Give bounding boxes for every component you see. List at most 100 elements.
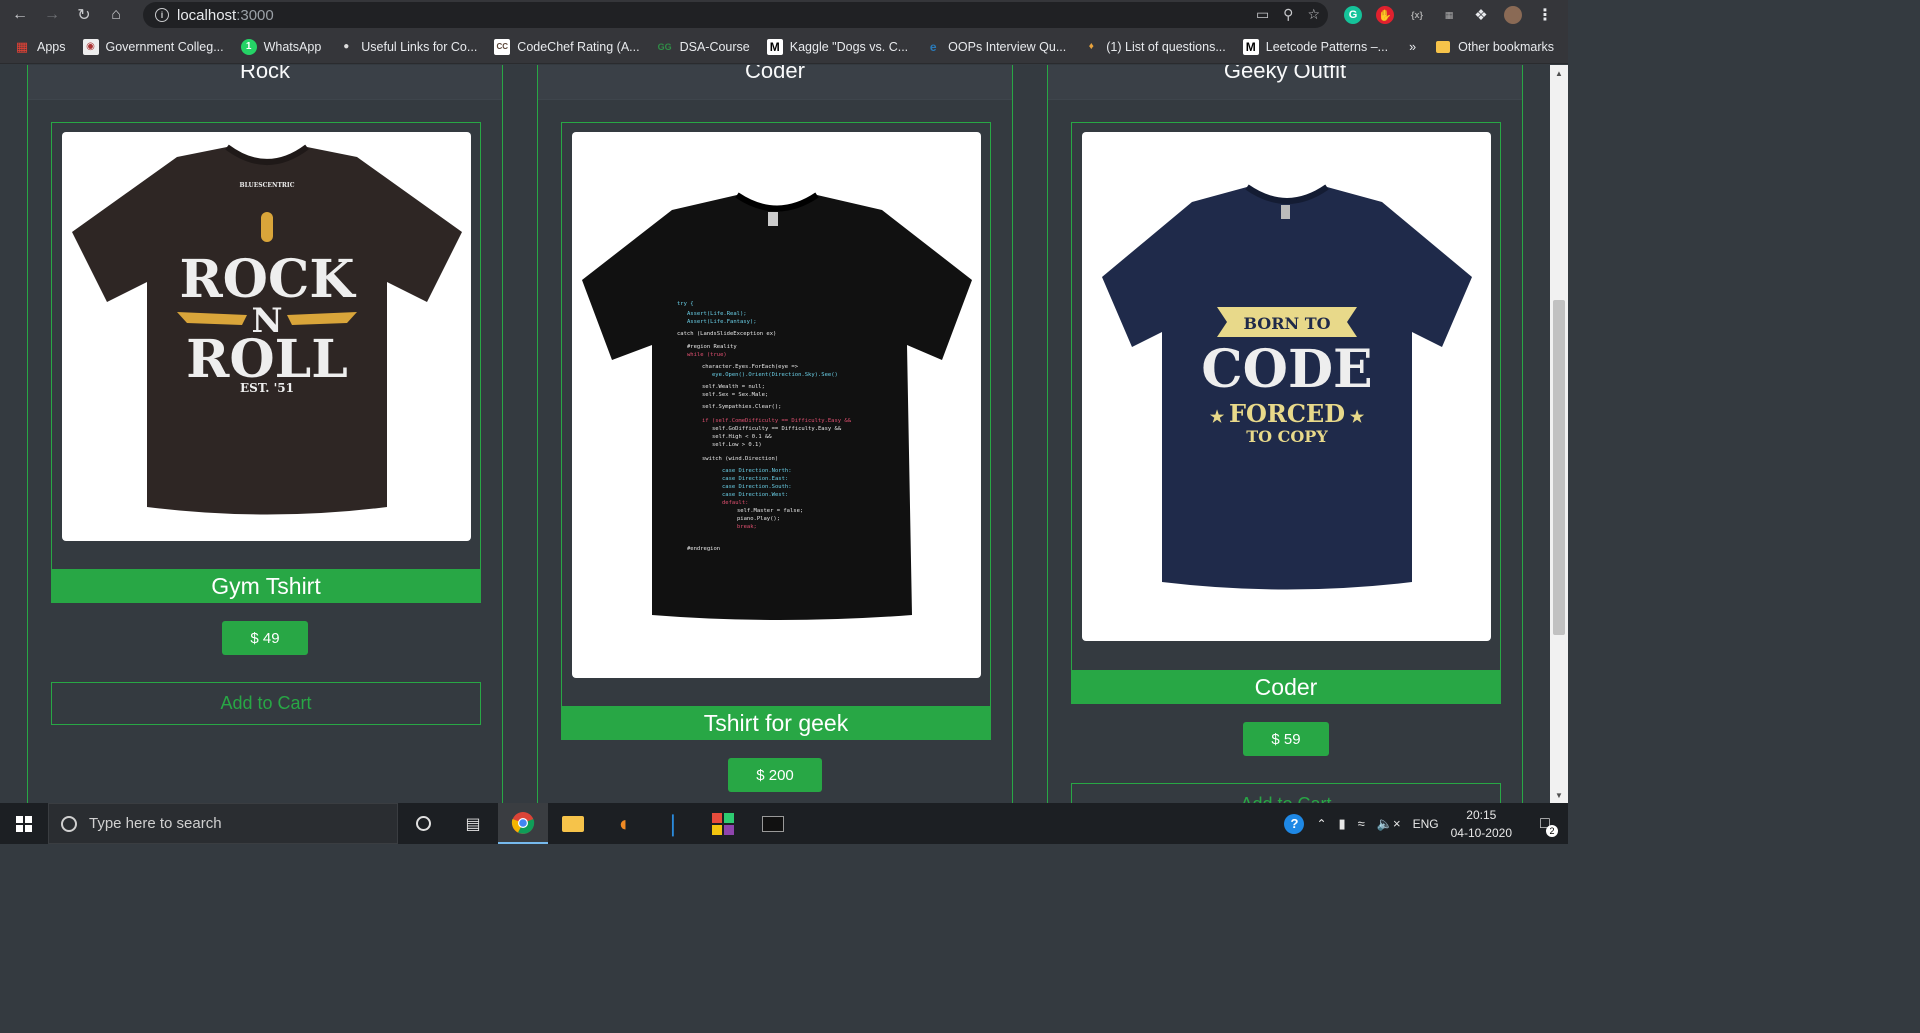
app-icon[interactable] <box>698 803 748 844</box>
svg-text:self.Low > 0.1): self.Low > 0.1) <box>712 442 762 448</box>
svg-text:CODE: CODE <box>1201 339 1372 400</box>
svg-text:BORN TO: BORN TO <box>1243 314 1330 333</box>
category-column-coder: Coder try { Assert(Life.Real); Assert(Li… <box>537 65 1013 803</box>
svg-text:★: ★ <box>1349 407 1364 426</box>
product-card[interactable]: try { Assert(Life.Real); Assert(Life.Fan… <box>561 122 991 706</box>
svg-text:break;: break; <box>737 524 757 530</box>
puzzle-icon[interactable]: ❖ <box>1472 6 1490 24</box>
cortana-icon[interactable] <box>398 803 448 844</box>
svg-text:try {: try { <box>677 301 694 307</box>
eclipse-icon[interactable]: ◖ <box>598 803 648 844</box>
category-title: Geeky Outfit <box>1223 65 1347 83</box>
cast-icon[interactable]: ▭ <box>1256 6 1269 23</box>
help-icon[interactable]: ? <box>1284 813 1305 834</box>
taskbar-search[interactable]: Type here to search <box>48 803 398 844</box>
bookmark-apps[interactable]: ▦ Apps <box>14 39 66 55</box>
star-icon[interactable]: ☆ <box>1307 6 1320 23</box>
bookmark-government-college[interactable]: ◉ Government Colleg... <box>82 38 224 55</box>
product-image[interactable]: BLUESCENTRIC ROCK N ROLL EST. '51 <box>62 132 471 541</box>
bulb-icon: ● <box>343 41 350 52</box>
address-bar[interactable]: i localhost:3000 ▭ ⚲ ☆ <box>143 2 1328 28</box>
file-explorer-icon[interactable] <box>548 803 598 844</box>
scroll-up-icon[interactable]: ▲ <box>1550 65 1568 81</box>
system-tray: ? ⌃ ▮ ≈ 🔈× ENG 20:15 04-10-2020 □ 2 <box>1284 803 1568 844</box>
svg-text:#region Reality: #region Reality <box>687 344 737 350</box>
bookmark-dsa-course[interactable]: GG DSA-Course <box>657 39 750 55</box>
bookmark-leetcode[interactable]: M Leetcode Patterns –... <box>1242 38 1388 55</box>
svg-text:FORCED: FORCED <box>1228 399 1344 428</box>
svg-text:case Direction.North:: case Direction.North: <box>722 468 792 474</box>
windows-start-button[interactable] <box>0 803 48 844</box>
category-column-geeky-outfit: Geeky Outfit BORN TO CODE FORCED ★ ★ TO … <box>1047 65 1523 803</box>
product-card[interactable]: BLUESCENTRIC ROCK N ROLL EST. '51 <box>51 122 481 569</box>
product-image[interactable]: try { Assert(Life.Real); Assert(Life.Fan… <box>572 132 981 678</box>
chrome-taskbar-icon[interactable] <box>498 803 548 844</box>
language-indicator[interactable]: ENG <box>1413 817 1439 831</box>
scrollbar-thumb[interactable] <box>1553 300 1565 635</box>
avatar[interactable] <box>1504 6 1522 24</box>
tile-app-icon <box>712 812 734 835</box>
home-icon[interactable]: ⌂ <box>100 0 132 30</box>
reload-icon[interactable]: ↻ <box>68 0 100 30</box>
medium-icon: M <box>1242 38 1259 55</box>
svg-text:Assert(Life.Real);: Assert(Life.Real); <box>687 311 747 317</box>
notification-center-icon[interactable]: □ 2 <box>1532 811 1558 837</box>
bookmark-kaggle[interactable]: M Kaggle "Dogs vs. C... <box>766 38 908 55</box>
add-to-cart-button[interactable]: Add to Cart <box>51 682 481 725</box>
svg-text:self.Wealth = null;: self.Wealth = null; <box>702 384 765 390</box>
wifi-icon[interactable]: ≈ <box>1358 816 1365 831</box>
back-icon[interactable]: ← <box>4 0 36 30</box>
extension-icon[interactable]: ▦ <box>1440 6 1458 24</box>
menu-kebab-icon[interactable]: ⋮ <box>1536 6 1554 24</box>
bookmark-useful-links[interactable]: ● Useful Links for Co... <box>338 39 477 55</box>
page-scrollbar[interactable]: ▲ ▼ <box>1550 65 1568 803</box>
zoom-icon[interactable]: ⚲ <box>1283 6 1293 23</box>
rock-tshirt-image: BLUESCENTRIC ROCK N ROLL EST. '51 <box>71 144 462 514</box>
product-name: Gym Tshirt <box>51 569 481 603</box>
volume-muted-icon[interactable]: 🔈× <box>1377 816 1401 832</box>
site-info-icon[interactable]: i <box>155 8 169 22</box>
terminal-icon[interactable] <box>748 803 798 844</box>
svg-text:TO COPY: TO COPY <box>1246 427 1328 446</box>
category-title: Coder <box>745 65 805 83</box>
bookmark-oops[interactable]: e OOPs Interview Qu... <box>925 39 1066 55</box>
bookmark-quora[interactable]: ♦ (1) List of questions... <box>1083 39 1226 55</box>
svg-text:self.Master = false;: self.Master = false; <box>737 508 803 514</box>
task-view-icon[interactable]: ▤ <box>448 803 498 844</box>
vscode-icon[interactable]: ❘ <box>648 803 698 844</box>
svg-text:case Direction.East:: case Direction.East: <box>722 476 788 482</box>
folder-icon <box>1436 41 1451 53</box>
medium-icon: M <box>766 38 783 55</box>
scroll-down-icon[interactable]: ▼ <box>1550 787 1568 803</box>
chevron-up-icon[interactable]: ⌃ <box>1316 817 1326 831</box>
product-card[interactable]: BORN TO CODE FORCED ★ ★ TO COPY <box>1071 122 1501 670</box>
product-image[interactable]: BORN TO CODE FORCED ★ ★ TO COPY <box>1082 132 1491 641</box>
other-bookmarks[interactable]: Other bookmarks <box>1436 40 1554 54</box>
svg-text:switch (wind.Direction): switch (wind.Direction) <box>702 456 778 462</box>
adblock-icon[interactable]: ✋ <box>1376 6 1394 24</box>
price-button[interactable]: $ 49 <box>222 621 308 655</box>
category-column-rock: Rock BLUESCENTRIC ROCK N ROLL EST. '51 G… <box>27 65 503 803</box>
svg-text:BLUESCENTRIC: BLUESCENTRIC <box>239 182 294 189</box>
svg-text:character.Eyes.ForEach(eye =>: character.Eyes.ForEach(eye => <box>702 364 799 370</box>
windows-taskbar: Type here to search ▤ ◖ ❘ ? ⌃ ▮ ≈ 🔈× ENG… <box>0 803 1568 844</box>
bookmarks-overflow-button[interactable]: » <box>1409 40 1416 54</box>
forward-icon[interactable]: → <box>36 0 68 30</box>
svg-text:Assert(Life.Fantasy);: Assert(Life.Fantasy); <box>687 319 757 325</box>
price-button[interactable]: $ 200 <box>728 758 822 792</box>
url-text: localhost:3000 <box>177 6 274 24</box>
svg-text:default:: default: <box>722 500 749 506</box>
quora-icon: ♦ <box>1088 41 1094 52</box>
bookmark-codechef[interactable]: CC CodeChef Rating (A... <box>494 38 640 55</box>
bookmark-whatsapp[interactable]: 1 WhatsApp <box>240 38 321 55</box>
json-ext-icon[interactable]: {x} <box>1408 6 1426 24</box>
whatsapp-icon: 1 <box>240 38 257 55</box>
clock[interactable]: 20:15 04-10-2020 <box>1451 806 1512 842</box>
svg-text:self.Sympathies.Clear();: self.Sympathies.Clear(); <box>702 404 781 410</box>
price-button[interactable]: $ 59 <box>1243 722 1329 756</box>
svg-text:self.High < 0.1 &&: self.High < 0.1 && <box>712 434 772 440</box>
battery-icon[interactable]: ▮ <box>1339 816 1346 832</box>
grammarly-icon[interactable]: G <box>1344 6 1362 24</box>
add-to-cart-button[interactable]: Add to Cart <box>1071 783 1501 803</box>
product-name: Coder <box>1071 670 1501 704</box>
